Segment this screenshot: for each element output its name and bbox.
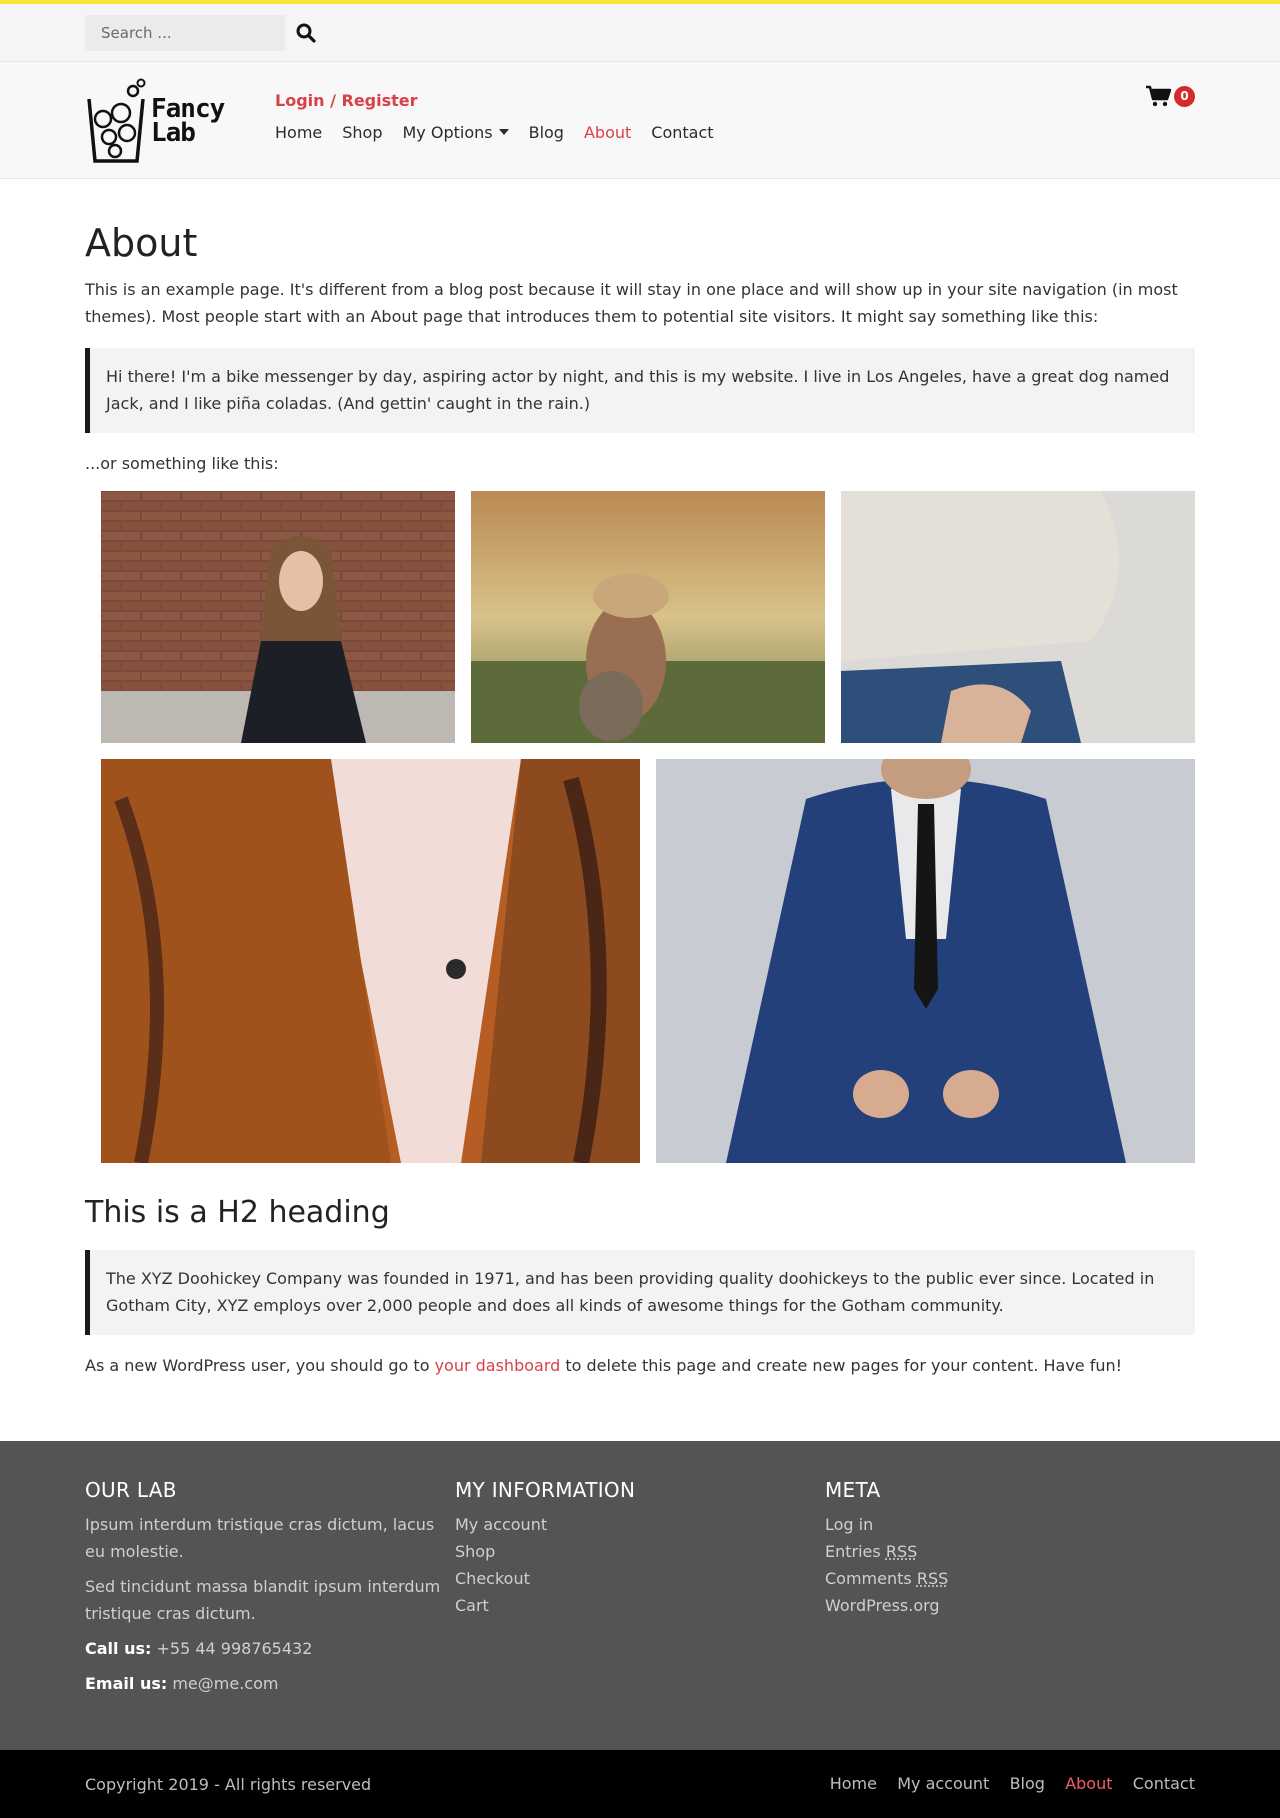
copyright-text: Copyright 2019 - All rights reserved [85,1774,372,1794]
call-label: Call us: [85,1639,152,1659]
nav-about[interactable]: About [584,120,631,146]
footer-link-wordpress-org[interactable]: WordPress.org [825,1592,1195,1619]
nav-contact[interactable]: Contact [651,120,713,146]
nav-my-options-label: My Options [402,122,493,142]
footer-title-our-lab: OUR LAB [85,1478,177,1503]
footer-link-my-account[interactable]: My account [455,1511,825,1538]
search-icon [296,23,316,43]
call-value: +55 44 998765432 [156,1639,313,1659]
top-bar [0,0,1280,61]
site-footer: OUR LAB Ipsum interdum tristique cras di… [0,1441,1280,1751]
beaker-bubbles-icon [87,78,146,163]
final-text-after: to delete this page and create new pages… [560,1356,1123,1376]
gallery-photo-woman-brick-wall[interactable] [101,491,455,744]
gallery-photo-woman-field[interactable] [471,491,825,744]
email-label: Email us: [85,1674,168,1694]
shopping-cart-icon [1146,85,1172,107]
footer-link-cart[interactable]: Cart [455,1592,825,1619]
gallery-photo-man-suit[interactable] [656,759,1195,1164]
or-text: ...or something like this: [85,454,279,474]
gallery-photo-orange-shirt[interactable] [101,759,640,1164]
final-text-before: As a new WordPress user, you should go t… [85,1356,435,1376]
search-input[interactable] [85,14,285,51]
footer-link-comments-rss[interactable]: Comments RSS [825,1565,1195,1592]
final-paragraph: As a new WordPress user, you should go t… [85,1352,1195,1379]
bottom-bar: Copyright 2019 - All rights reserved Hom… [0,1750,1280,1818]
dashboard-link[interactable]: your dashboard [435,1356,561,1375]
blockquote-2: The XYZ Doohickey Company was founded in… [85,1250,1195,1336]
h2-heading: This is a H2 heading [85,1195,390,1231]
footer-title-meta: META [825,1478,881,1503]
nav-blog[interactable]: Blog [529,120,564,146]
footer-link-log-in[interactable]: Log in [825,1511,1195,1538]
bottom-nav-blog[interactable]: Blog [1010,1774,1045,1793]
search-button[interactable] [288,15,324,51]
footer-link-checkout[interactable]: Checkout [455,1565,825,1592]
site-logo[interactable]: Fancy Lab [85,77,245,165]
bottom-nav-home[interactable]: Home [830,1774,877,1793]
page-title: About [85,221,198,265]
gallery-photo-sweater-watch[interactable] [841,491,1195,744]
footer-link-entries-rss[interactable]: Entries RSS [825,1538,1195,1565]
caret-down-icon [498,129,509,136]
footer-col-meta: META Log in Entries RSS Comments RSS Wor… [825,1477,1195,1705]
comments-label: Comments [825,1569,912,1589]
rss-abbr: RSS [885,1542,918,1562]
footer-email: Email us: me@me.com [85,1670,455,1697]
gallery-row-1 [101,491,1195,744]
main-content: About This is an example page. It's diff… [0,179,1280,1379]
bottom-nav-my-account[interactable]: My account [897,1774,989,1793]
nav-shop[interactable]: Shop [342,120,382,146]
footer-title-my-information: MY INFORMATION [455,1478,636,1503]
footer-col-our-lab: OUR LAB Ipsum interdum tristique cras di… [85,1477,455,1705]
gallery-row-2 [101,759,1195,1164]
footer-link-shop[interactable]: Shop [455,1538,825,1565]
footer-call: Call us: +55 44 998765432 [85,1635,455,1662]
footer-text-2: Sed tincidunt massa blandit ipsum interd… [85,1577,441,1624]
email-value: me@me.com [172,1674,279,1694]
logo-text: Fancy Lab [151,96,225,148]
main-nav: Home Shop My Options Blog About Contact [275,120,734,146]
intro-paragraph: This is an example page. It's different … [85,280,1178,327]
blockquote-1: Hi there! I'm a bike messenger by day, a… [85,348,1195,434]
login-register-link[interactable]: Login / Register [275,88,734,114]
bottom-nav-about[interactable]: About [1065,1774,1112,1793]
footer-text-1: Ipsum interdum tristique cras dictum, la… [85,1515,435,1562]
nav-my-options[interactable]: My Options [403,120,509,146]
logo-line-2: Lab [151,118,196,148]
bottom-nav-contact[interactable]: Contact [1133,1774,1195,1793]
rss-abbr: RSS [916,1569,949,1589]
bottom-nav: Home My account Blog About Contact [815,1771,1195,1797]
nav-home[interactable]: Home [275,120,322,146]
cart-button[interactable]: 0 [1146,85,1195,107]
footer-col-my-information: MY INFORMATION My account Shop Checkout … [455,1477,825,1705]
entries-label: Entries [825,1542,881,1562]
cart-count-badge: 0 [1174,85,1195,107]
site-header: Fancy Lab Login / Register Home Shop My … [0,61,1280,179]
